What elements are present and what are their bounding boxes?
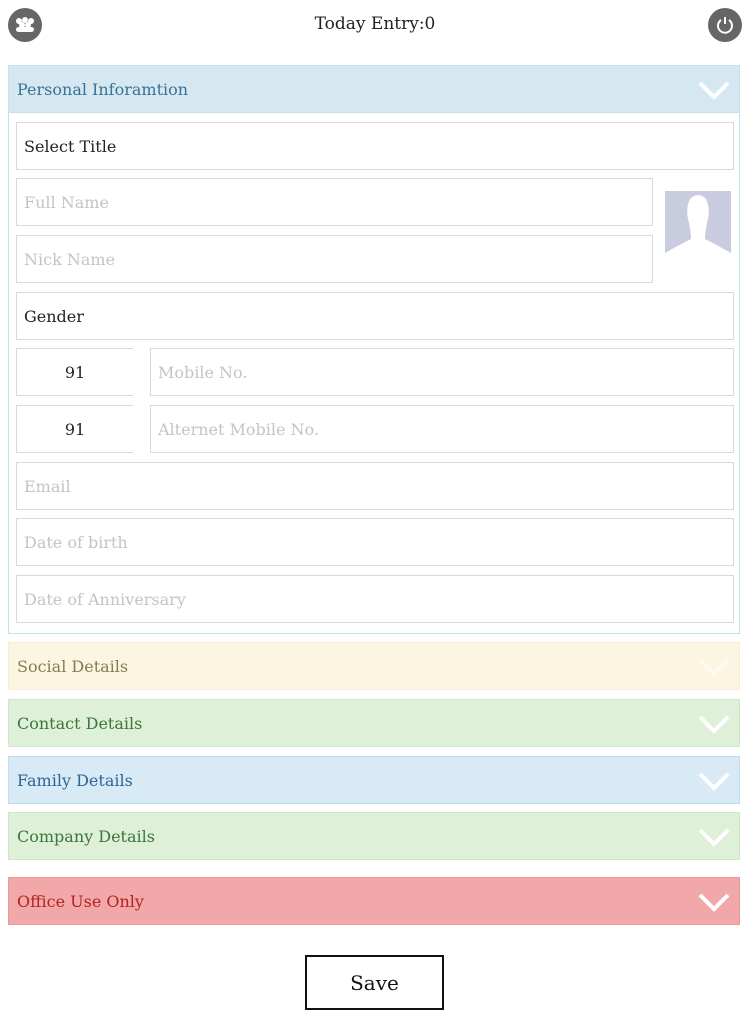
dob-input[interactable]: Date of birth (16, 518, 734, 566)
section-family-header[interactable]: Family Details (8, 756, 740, 804)
power-icon[interactable] (708, 8, 742, 42)
mobile-code-value: 91 (64, 362, 86, 382)
anniversary-placeholder: Date of Anniversary (24, 589, 186, 609)
section-contact-header[interactable]: Contact Details (8, 699, 740, 747)
power-glyph (717, 17, 733, 34)
gender-dropdown[interactable]: Gender (16, 292, 734, 340)
chevron-down-icon (698, 893, 730, 912)
full-name-placeholder: Full Name (24, 192, 109, 212)
section-social-title: Social Details (17, 656, 129, 676)
top-bar: Today Entry:0 (0, 0, 750, 50)
mobile-placeholder: Mobile No. (158, 362, 248, 382)
chevron-down-icon (698, 81, 730, 100)
chevron-down-icon (698, 828, 730, 847)
full-name-input[interactable]: Full Name (16, 178, 653, 226)
nick-name-placeholder: Nick Name (24, 249, 116, 269)
section-social-header[interactable]: Social Details (8, 642, 740, 690)
save-button[interactable]: Save (305, 955, 444, 1010)
section-contact-title: Contact Details (17, 713, 143, 733)
anniversary-input[interactable]: Date of Anniversary (16, 575, 734, 623)
save-button-label: Save (350, 970, 399, 995)
alt-mobile-country-code[interactable]: 91 (16, 405, 133, 453)
email-placeholder: Email (24, 476, 71, 496)
chevron-down-icon (698, 658, 730, 677)
mobile-country-code[interactable]: 91 (16, 348, 133, 396)
dob-placeholder: Date of birth (24, 532, 128, 552)
section-personal-header[interactable]: Personal Inforamtion (8, 65, 740, 113)
chevron-down-icon (698, 715, 730, 734)
email-input[interactable]: Email (16, 462, 734, 510)
nick-name-input[interactable]: Nick Name (16, 235, 653, 283)
alt-mobile-placeholder: Alternet Mobile No. (158, 419, 319, 439)
section-personal-title: Personal Inforamtion (17, 79, 189, 99)
section-company-header[interactable]: Company Details (8, 812, 740, 860)
mobile-input[interactable]: Mobile No. (150, 348, 734, 396)
select-title-dropdown[interactable]: Select Title (16, 122, 734, 170)
section-company-title: Company Details (17, 826, 155, 846)
section-office-header[interactable]: Office Use Only (8, 877, 740, 925)
section-family-title: Family Details (17, 770, 133, 790)
chevron-down-icon (698, 772, 730, 791)
person-silhouette-icon (665, 191, 731, 264)
section-office-title: Office Use Only (17, 891, 144, 911)
alt-mobile-code-value: 91 (64, 419, 86, 439)
page-title: Today Entry:0 (314, 14, 436, 34)
select-title-label: Select Title (24, 136, 117, 156)
alt-mobile-input[interactable]: Alternet Mobile No. (150, 405, 734, 453)
avatar[interactable] (665, 191, 731, 264)
gender-label: Gender (24, 306, 84, 326)
